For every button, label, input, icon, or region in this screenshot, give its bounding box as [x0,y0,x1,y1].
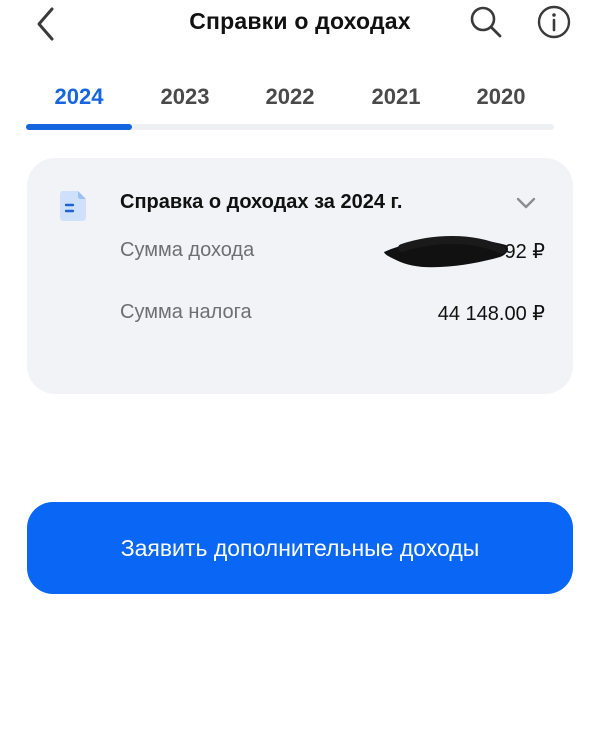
chevron-down-icon[interactable] [515,196,537,210]
search-button[interactable] [468,4,504,40]
document-icon [60,191,86,221]
header: Справки о доходах [0,0,600,50]
tab-2021[interactable]: 2021 [343,84,449,110]
page: Справки о доходах 2024 2023 2022 2021 20… [0,0,600,754]
tab-2020[interactable]: 2020 [448,84,554,110]
tab-active-indicator [26,124,132,130]
tax-label: Сумма налога [120,301,252,323]
income-statement-card[interactable]: Справка о доходах за 2024 г. Сумма доход… [27,158,573,394]
declare-additional-income-button[interactable]: Заявить дополнительные доходы [27,502,573,594]
search-icon [470,6,502,38]
redaction-mark [384,236,508,268]
statement-title: Справка о доходах за 2024 г. [120,191,403,213]
tab-2022[interactable]: 2022 [237,84,343,110]
page-title: Справки о доходах [189,8,411,34]
info-icon [537,5,571,39]
year-tabs: 2024 2023 2022 2021 2020 [26,80,554,132]
tax-value: 44 148.00 ₽ [437,303,545,325]
tab-2024[interactable]: 2024 [26,84,132,110]
income-label: Сумма дохода [120,239,255,261]
info-button[interactable] [536,4,572,40]
tab-2023[interactable]: 2023 [132,84,238,110]
